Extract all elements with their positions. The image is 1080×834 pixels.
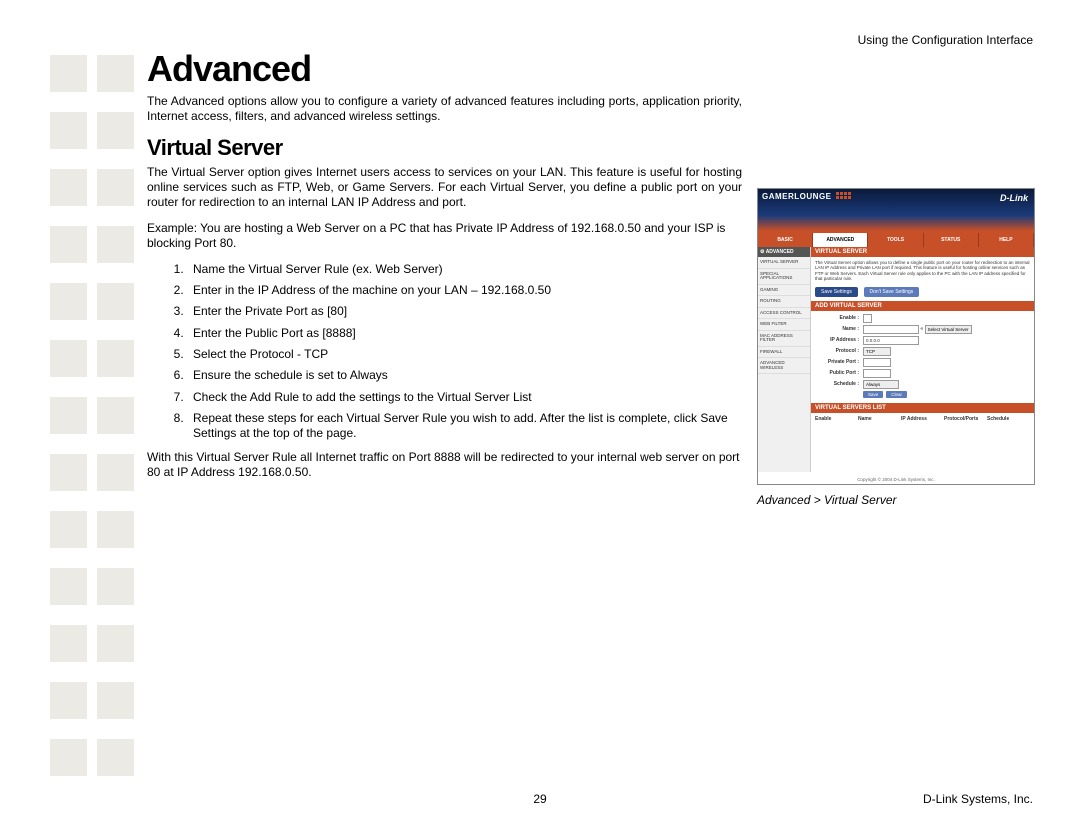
virtual-servers-list: Enable Name IP Address Protocol/Ports Sc…	[811, 413, 1034, 425]
logo-dots-icon	[836, 192, 851, 199]
router-copyright: Copyright © 2004 D-Link Systems, Inc.	[758, 477, 1034, 482]
figure-caption: Advanced > Virtual Server	[757, 493, 1035, 507]
tab-basic[interactable]: BASIC	[758, 233, 813, 247]
router-sidebar: ⚙ ADVANCED VIRTUAL SERVER SPECIAL APPLIC…	[758, 247, 811, 472]
name-label: Name :	[815, 326, 863, 332]
ip-label: IP Address :	[815, 337, 863, 343]
tab-help[interactable]: HELP	[979, 233, 1034, 247]
vs-paragraph-3: With this Virtual Server Rule all Intern…	[147, 450, 742, 481]
sidebar-item-access-control[interactable]: ACCESS CONTROL	[758, 308, 810, 320]
dlink-logo: D-Link	[1000, 193, 1028, 203]
step-item: Enter in the IP Address of the machine o…	[187, 283, 742, 298]
sidebar-item-adv-wireless[interactable]: ADVANCED WIRELESS	[758, 358, 810, 374]
enable-label: Enable :	[815, 315, 863, 321]
step-item: Ensure the schedule is set to Always	[187, 368, 742, 383]
form-save-button[interactable]: Save	[863, 391, 883, 398]
intro-paragraph: The Advanced options allow you to config…	[147, 94, 742, 125]
tab-advanced[interactable]: ADVANCED	[813, 233, 868, 247]
protocol-select[interactable]: TCP	[863, 347, 891, 356]
vs-paragraph-2: Example: You are hosting a Web Server on…	[147, 221, 742, 252]
page-number: 29	[0, 792, 1080, 806]
panel-heading-vs: VIRTUAL SERVER	[811, 247, 1034, 257]
step-item: Enter the Public Port as [8888]	[187, 326, 742, 341]
router-tabs: BASIC ADVANCED TOOLS STATUS HELP	[758, 233, 1034, 247]
save-settings-button[interactable]: Save Settings	[815, 287, 858, 297]
footer-company: D-Link Systems, Inc.	[923, 792, 1033, 806]
manual-page: Using the Configuration Interface Advanc…	[0, 0, 1080, 834]
enable-checkbox[interactable]	[863, 314, 872, 323]
step-item: Select the Protocol - TCP	[187, 347, 742, 362]
schedule-label: Schedule :	[815, 381, 863, 387]
page-title: Advanced	[147, 48, 742, 90]
ip-input[interactable]: 0.0.0.0	[863, 336, 919, 345]
vs-paragraph-1: The Virtual Server option gives Internet…	[147, 165, 742, 211]
section-title: Virtual Server	[147, 135, 742, 161]
list-header-proto: Protocol/Ports	[944, 416, 987, 422]
decorative-squares	[50, 55, 144, 796]
list-header-name: Name	[858, 416, 901, 422]
name-input[interactable]	[863, 325, 919, 334]
sidebar-item-virtual-server[interactable]: VIRTUAL SERVER	[758, 257, 810, 269]
tab-tools[interactable]: TOOLS	[868, 233, 923, 247]
public-port-input[interactable]	[863, 369, 891, 378]
private-port-input[interactable]	[863, 358, 891, 367]
panel-heading-add: ADD VIRTUAL SERVER	[811, 301, 1034, 311]
list-header-enable: Enable	[815, 416, 858, 422]
dont-save-settings-button[interactable]: Don't Save Settings	[864, 287, 920, 297]
private-port-label: Private Port :	[815, 359, 863, 365]
list-header-ip: IP Address	[901, 416, 944, 422]
sidebar-item-firewall[interactable]: FIREWALL	[758, 347, 810, 359]
protocol-label: Protocol :	[815, 348, 863, 354]
sidebar-item-routing[interactable]: ROUTING	[758, 296, 810, 308]
form-clear-button[interactable]: Clear	[886, 391, 907, 398]
step-item: Repeat these steps for each Virtual Serv…	[187, 411, 742, 442]
tab-status[interactable]: STATUS	[924, 233, 979, 247]
main-content: Advanced The Advanced options allow you …	[147, 48, 742, 490]
sidebar-item-web-filter[interactable]: WEB FILTER	[758, 319, 810, 331]
add-virtual-server-form: Enable : Name : « Select Virtual Server …	[811, 311, 1034, 403]
screenshot-figure: GAMERLOUNGE D-Link BASIC ADVANCED TOOLS …	[757, 188, 1035, 507]
list-header-schedule: Schedule	[987, 416, 1030, 422]
router-main-panel: VIRTUAL SERVER The Virtual Server option…	[811, 247, 1034, 472]
public-port-label: Public Port :	[815, 370, 863, 376]
header-section-label: Using the Configuration Interface	[858, 33, 1033, 47]
panel-description: The Virtual Server option allows you to …	[811, 257, 1034, 285]
sidebar-item-special-apps[interactable]: SPECIAL APPLICATIONS	[758, 269, 810, 285]
step-item: Check the Add Rule to add the settings t…	[187, 390, 742, 405]
sidebar-item-gaming[interactable]: GAMING	[758, 285, 810, 297]
panel-heading-list: VIRTUAL SERVERS LIST	[811, 403, 1034, 413]
schedule-select[interactable]: Always	[863, 380, 899, 389]
step-item: Name the Virtual Server Rule (ex. Web Se…	[187, 262, 742, 277]
gamerlounge-logo: GAMERLOUNGE	[762, 192, 832, 201]
name-select[interactable]: Select Virtual Server	[925, 325, 972, 334]
sidebar-item-mac-filter[interactable]: MAC ADDRESS FILTER	[758, 331, 810, 347]
sidebar-heading: ⚙ ADVANCED	[758, 247, 810, 257]
router-banner: GAMERLOUNGE D-Link	[758, 189, 1034, 233]
router-ui-screenshot: GAMERLOUNGE D-Link BASIC ADVANCED TOOLS …	[757, 188, 1035, 485]
step-item: Enter the Private Port as [80]	[187, 304, 742, 319]
steps-list: Name the Virtual Server Rule (ex. Web Se…	[147, 262, 742, 442]
